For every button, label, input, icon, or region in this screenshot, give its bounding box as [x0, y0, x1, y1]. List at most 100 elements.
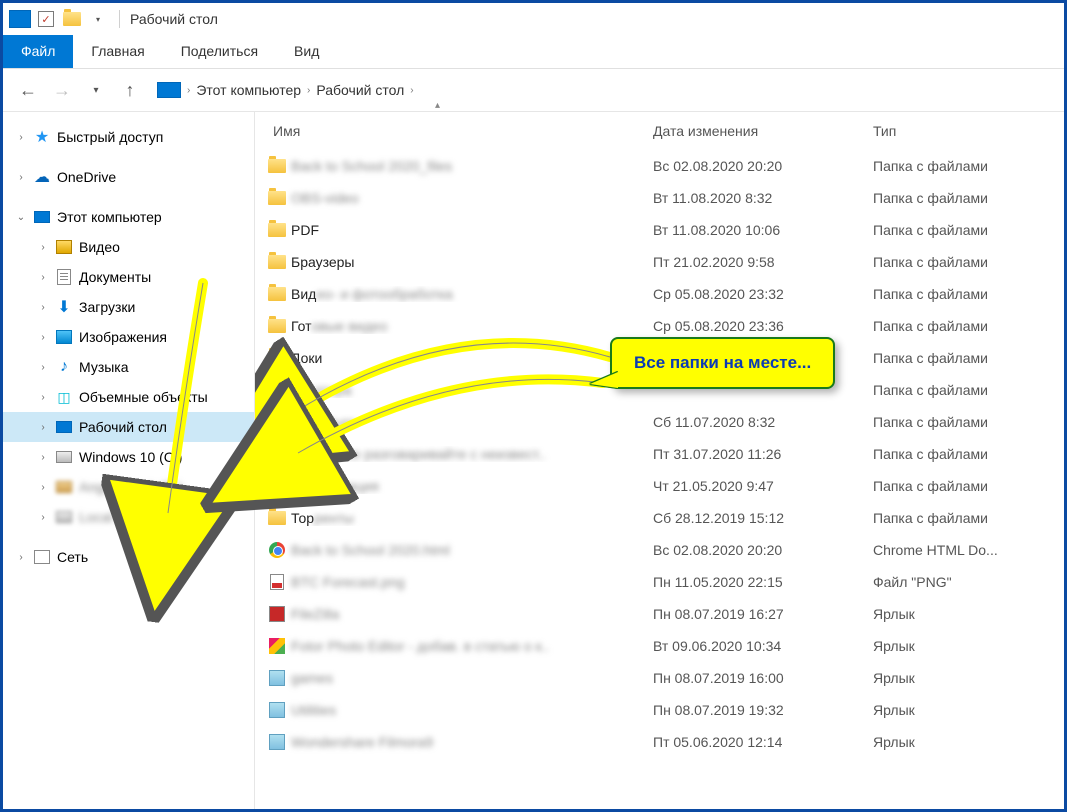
file-date: Сб 28.12.2019 15:12 — [653, 510, 873, 526]
folder-icon — [263, 255, 291, 269]
sidebar-onedrive[interactable]: › ☁ OneDrive — [3, 162, 254, 192]
sidebar-pictures[interactable]: › Изображения — [3, 322, 254, 352]
sidebar-documents[interactable]: › Документы — [3, 262, 254, 292]
file-name: Оптимизация — [291, 478, 653, 494]
sidebar-downloads[interactable]: › ⬇ Загрузки — [3, 292, 254, 322]
chevron-right-icon[interactable]: › — [37, 422, 49, 433]
chevron-right-icon[interactable]: › — [37, 302, 49, 313]
file-row[interactable]: Wondershare Filmora9Пт 05.06.2020 12:14Я… — [255, 726, 1064, 758]
sidebar-c-drive[interactable]: › Windows 10 (C:) — [3, 442, 254, 472]
tab-share[interactable]: Поделиться — [163, 35, 276, 68]
column-name[interactable]: Имя — [263, 123, 653, 139]
file-row[interactable]: КошелькиСб 11.07.2020 8:32Папка с файлам… — [255, 406, 1064, 438]
column-type[interactable]: Тип — [873, 123, 1056, 139]
file-type: Папка с файлами — [873, 222, 1056, 238]
sidebar-quick-access[interactable]: › ★ Быстрый доступ — [3, 122, 254, 152]
chevron-right-icon[interactable]: › — [37, 482, 49, 493]
file-date: Ср 05.08.2020 23:32 — [653, 286, 873, 302]
sidebar-3d-objects[interactable]: › ◫ Объемные объекты — [3, 382, 254, 412]
chevron-right-icon[interactable]: › — [37, 392, 49, 403]
callout-tail — [590, 372, 618, 388]
up-button[interactable]: ↑ — [117, 77, 143, 103]
sidebar-desktop[interactable]: › Рабочий стол — [3, 412, 254, 442]
breadcrumb[interactable]: › Этот компьютер › Рабочий стол › — [157, 82, 414, 98]
video-icon — [55, 239, 73, 255]
file-type: Ярлык — [873, 734, 1056, 750]
label: Музыка — [79, 359, 129, 375]
chevron-down-icon[interactable]: ⌄ — [15, 212, 27, 223]
file-row[interactable]: Видео- и фотообработкаСр 05.08.2020 23:3… — [255, 278, 1064, 310]
file-date: Ср 05.08.2020 23:36 — [653, 318, 873, 334]
navbar: ← → ▾ ↑ › Этот компьютер › Рабочий стол … — [3, 69, 1064, 111]
file-row[interactable]: никогда не разговаривайте с неизвест..Пт… — [255, 438, 1064, 470]
breadcrumb-pc[interactable]: Этот компьютер — [196, 82, 301, 98]
folder-icon — [263, 319, 291, 333]
chevron-right-icon[interactable]: › — [37, 452, 49, 463]
file-type: Ярлык — [873, 606, 1056, 622]
file-type: Папка с файлами — [873, 510, 1056, 526]
file-row[interactable]: Fotor Photo Editor - добав. в статью о к… — [255, 630, 1064, 662]
label: Сеть — [57, 549, 88, 565]
app-icon[interactable] — [9, 10, 31, 28]
chevron-right-icon[interactable]: › — [37, 512, 49, 523]
file-row[interactable]: ОптимизацияЧт 21.05.2020 9:47Папка с фай… — [255, 470, 1064, 502]
label: Windows 10 (C:) — [79, 449, 182, 465]
label: Объемные объекты — [79, 389, 208, 405]
back-button[interactable]: ← — [15, 77, 41, 103]
body: › ★ Быстрый доступ › ☁ OneDrive ⌄ Этот к… — [3, 111, 1064, 809]
file-row[interactable]: UtilitiesПн 08.07.2019 19:32Ярлык — [255, 694, 1064, 726]
file-type: Ярлык — [873, 670, 1056, 686]
file-date: Сб 11.07.2020 8:32 — [653, 414, 873, 430]
breadcrumb-desktop[interactable]: Рабочий стол — [316, 82, 404, 98]
chevron-right-icon[interactable]: › — [15, 132, 27, 143]
chevron-right-icon[interactable]: › — [187, 85, 190, 96]
file-type: Папка с файлами — [873, 190, 1056, 206]
chevron-right-icon[interactable]: › — [37, 362, 49, 373]
chevron-right-icon[interactable]: › — [37, 272, 49, 283]
forward-button[interactable]: → — [49, 77, 75, 103]
cube-icon: ◫ — [55, 389, 73, 405]
file-row[interactable]: PDFВт 11.08.2020 10:06Папка с файлами — [255, 214, 1064, 246]
sidebar-music[interactable]: › ♪ Музыка — [3, 352, 254, 382]
sidebar-video[interactable]: › Видео — [3, 232, 254, 262]
folder-icon — [263, 191, 291, 205]
file-name: Back to School 2020.html — [291, 542, 653, 558]
file-row[interactable]: Back to School 2020.htmlВс 02.08.2020 20… — [255, 534, 1064, 566]
sidebar-drive-blur2[interactable]: › Local (F:) — [3, 502, 254, 532]
file-row[interactable]: BTC Forecast.pngПн 11.05.2020 22:15Файл … — [255, 566, 1064, 598]
file-row[interactable]: gamesПн 08.07.2019 16:00Ярлык — [255, 662, 1064, 694]
divider — [119, 10, 120, 28]
chevron-right-icon[interactable]: › — [37, 242, 49, 253]
label: Local (F:) — [79, 509, 138, 525]
column-date[interactable]: Дата изменения — [653, 123, 873, 139]
column-headers: Имя Дата изменения Тип — [255, 112, 1064, 150]
folder-icon[interactable] — [61, 10, 83, 28]
chevron-right-icon[interactable]: › — [307, 85, 310, 96]
file-date: Пт 05.06.2020 12:14 — [653, 734, 873, 750]
chevron-right-icon[interactable]: › — [410, 85, 413, 96]
chevron-right-icon[interactable]: › — [37, 332, 49, 343]
label: Рабочий стол — [79, 419, 167, 435]
file-row[interactable]: БраузерыПт 21.02.2020 9:58Папка с файлам… — [255, 246, 1064, 278]
properties-icon[interactable]: ✓ — [35, 10, 57, 28]
sidebar-drive-blur1[interactable]: › Angela Dark (E:) — [3, 472, 254, 502]
file-row[interactable]: FileZillaПн 08.07.2019 16:27Ярлык — [255, 598, 1064, 630]
file-row[interactable]: OBS-videoВт 11.08.2020 8:32Папка с файла… — [255, 182, 1064, 214]
file-row[interactable]: ТоррентыСб 28.12.2019 15:12Папка с файла… — [255, 502, 1064, 534]
pc-icon — [33, 209, 51, 225]
qat-dropdown-icon[interactable]: ▾ — [87, 10, 109, 28]
tab-file[interactable]: Файл — [3, 35, 73, 68]
content: ▴ Имя Дата изменения Тип Back to School … — [255, 112, 1064, 809]
sidebar-this-pc[interactable]: ⌄ Этот компьютер — [3, 202, 254, 232]
recent-dropdown-icon[interactable]: ▾ — [83, 77, 109, 103]
file-list[interactable]: Back to School 2020_filesВс 02.08.2020 2… — [255, 150, 1064, 809]
file-type: Ярлык — [873, 702, 1056, 718]
sidebar-network[interactable]: › Сеть — [3, 542, 254, 572]
tab-home[interactable]: Главная — [73, 35, 162, 68]
chevron-right-icon[interactable]: › — [15, 172, 27, 183]
tab-view[interactable]: Вид — [276, 35, 337, 68]
file-row[interactable]: Back to School 2020_filesВс 02.08.2020 2… — [255, 150, 1064, 182]
file-date: Вт 09.06.2020 10:34 — [653, 638, 873, 654]
chevron-right-icon[interactable]: › — [15, 552, 27, 563]
file-name: Готовые видео — [291, 318, 653, 334]
